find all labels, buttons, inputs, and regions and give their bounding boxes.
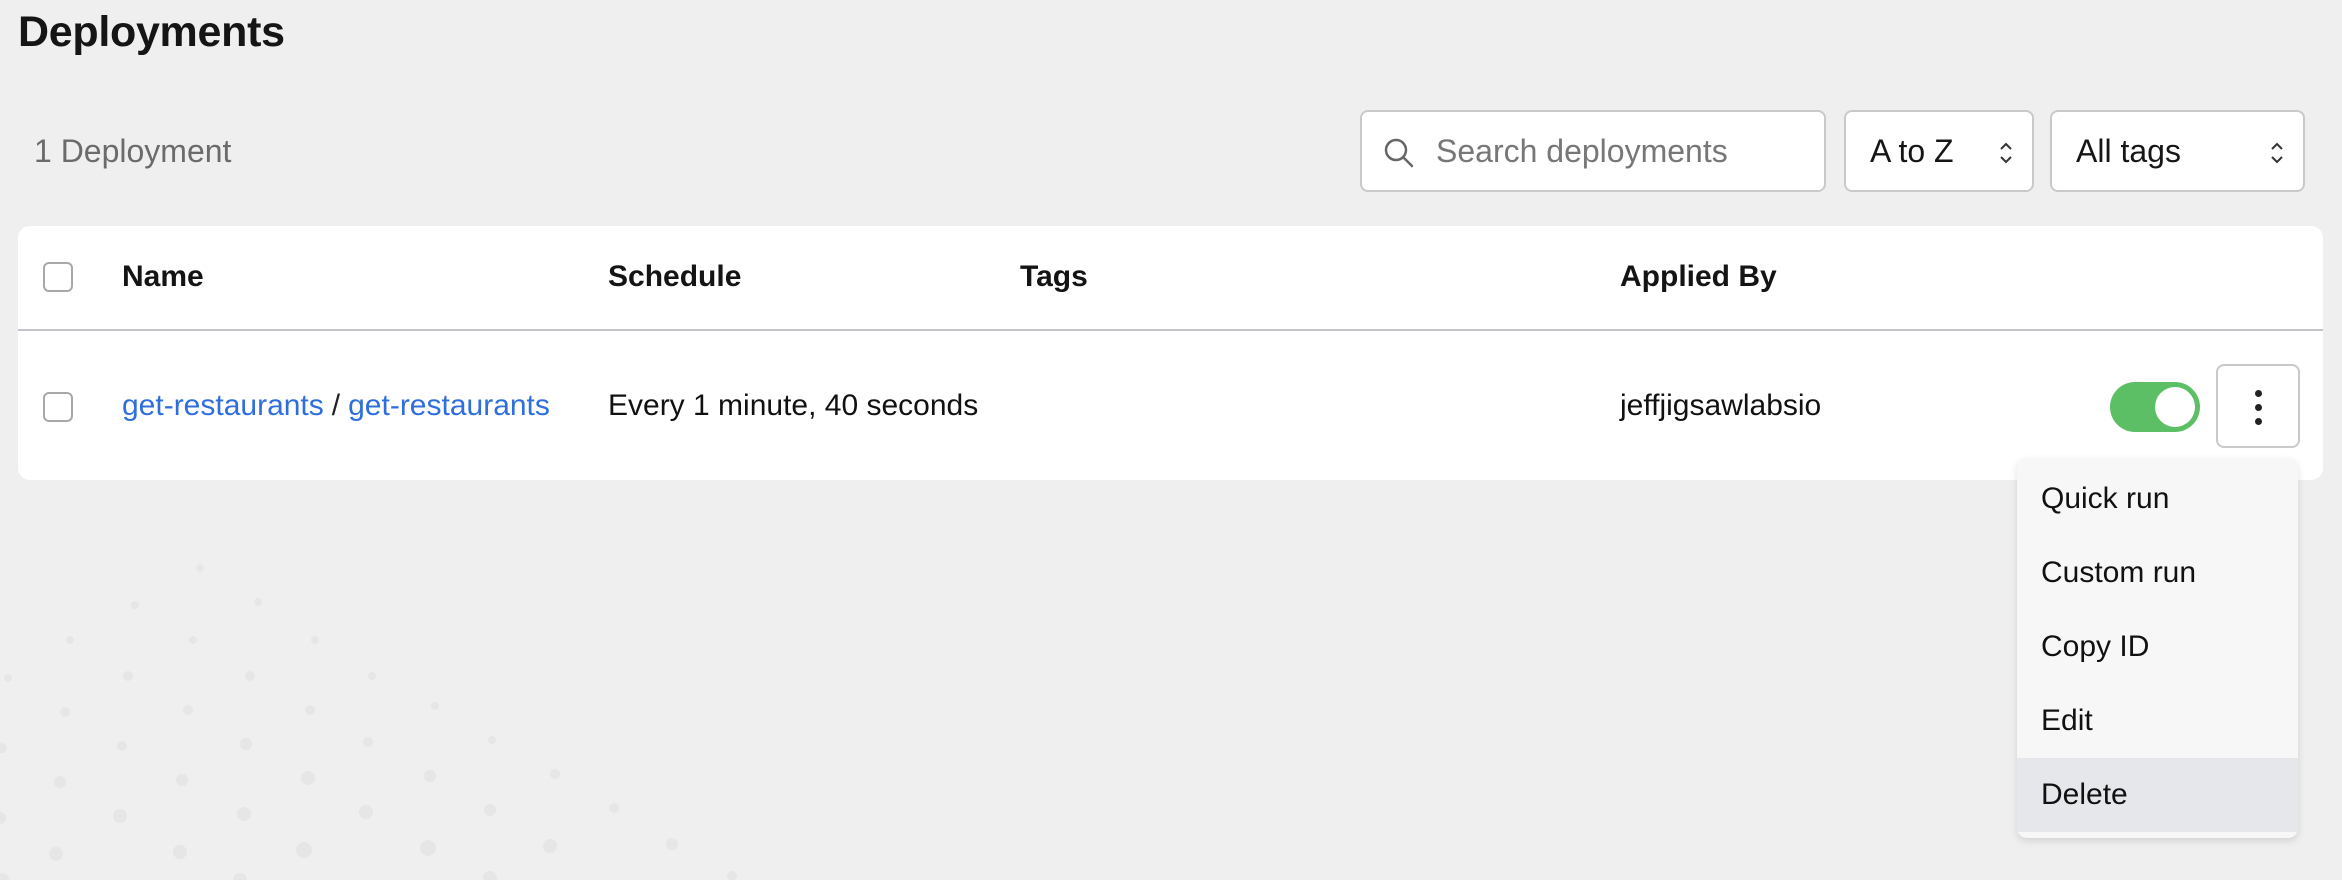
page-title: Deployments	[18, 8, 285, 56]
sort-select[interactable]: A to Z	[1844, 110, 2034, 192]
deployments-table: Name Schedule Tags Applied By get-restau…	[18, 226, 2323, 480]
column-header-applied-by: Applied By	[1620, 260, 1777, 293]
schedule-cell: Every 1 minute, 40 seconds	[608, 389, 979, 422]
column-header-name: Name	[122, 260, 204, 293]
column-header-schedule: Schedule	[608, 260, 742, 293]
flow-name-link[interactable]: get-restaurants	[122, 389, 324, 422]
menu-item-edit[interactable]: Edit	[2017, 684, 2298, 758]
column-header-tags: Tags	[1020, 260, 1088, 293]
kebab-menu-icon	[2255, 404, 2262, 411]
chevron-up-down-icon	[1998, 138, 2014, 166]
menu-item-quick-run[interactable]: Quick run	[2017, 462, 2298, 536]
table-header: Name Schedule Tags Applied By	[18, 226, 2323, 331]
search-input[interactable]	[1436, 112, 1806, 190]
chevron-up-down-icon	[2269, 138, 2285, 166]
kebab-menu-icon	[2255, 418, 2262, 425]
actions-menu: Quick run Custom run Copy ID Edit Delete	[2017, 458, 2298, 838]
select-all-checkbox[interactable]	[43, 262, 73, 292]
sort-select-value: A to Z	[1870, 132, 1954, 169]
deployment-name-link[interactable]: get-restaurants	[348, 389, 550, 422]
menu-item-delete[interactable]: Delete	[2017, 758, 2298, 832]
menu-item-custom-run[interactable]: Custom run	[2017, 536, 2298, 610]
deployment-enabled-toggle[interactable]	[2110, 382, 2200, 432]
row-checkbox[interactable]	[43, 392, 73, 422]
deployment-name-cell: get-restaurants / get-restaurants	[122, 389, 550, 423]
deployment-count: 1 Deployment	[34, 133, 232, 169]
tags-filter-value: All tags	[2076, 132, 2181, 169]
toggle-knob	[2155, 387, 2195, 427]
search-box[interactable]	[1360, 110, 1826, 192]
more-actions-button[interactable]	[2216, 364, 2300, 448]
menu-item-copy-id[interactable]: Copy ID	[2017, 610, 2298, 684]
name-separator: /	[331, 389, 341, 422]
tags-filter-select[interactable]: All tags	[2050, 110, 2305, 192]
kebab-menu-icon	[2255, 390, 2262, 397]
applied-by-cell: jeffjigsawlabsio	[1620, 389, 1822, 422]
search-icon	[1382, 136, 1416, 170]
